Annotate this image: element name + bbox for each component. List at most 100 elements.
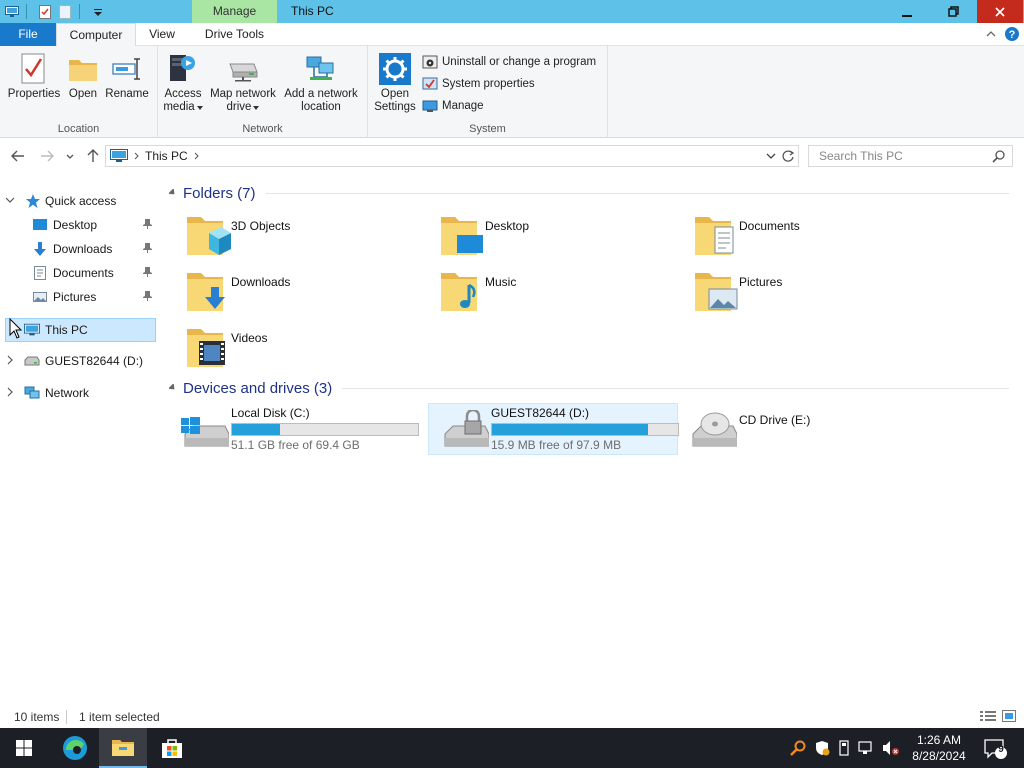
media-server-icon bbox=[166, 52, 200, 86]
chevron-down-icon[interactable] bbox=[169, 189, 177, 197]
up-button[interactable] bbox=[84, 148, 102, 164]
folder-3d-objects[interactable]: 3D Objects bbox=[165, 211, 415, 261]
collapse-ribbon-icon[interactable] bbox=[986, 30, 996, 38]
nav-pictures[interactable]: Pictures bbox=[0, 285, 160, 309]
store-bag-icon bbox=[162, 739, 182, 758]
nav-label: GUEST82644 (D:) bbox=[45, 354, 144, 368]
manage-context-tab[interactable]: Manage bbox=[192, 0, 277, 23]
minimize-button[interactable] bbox=[884, 0, 930, 23]
access-media-label-1: Access bbox=[164, 88, 202, 100]
desktop-icon bbox=[33, 219, 47, 230]
content-pane: Folders (7) 3D Objects Desktop Documents… bbox=[165, 177, 1020, 702]
ribbon-tab-row: File Computer View Drive Tools ? bbox=[0, 23, 1024, 47]
rename-button[interactable]: Rename bbox=[104, 52, 150, 101]
open-settings-label-2: Settings bbox=[374, 101, 416, 113]
folder-music[interactable]: Music bbox=[419, 267, 669, 317]
breadcrumb-this-pc[interactable]: This PC bbox=[145, 149, 188, 163]
tab-file[interactable]: File bbox=[0, 23, 56, 46]
ribbon: Properties Open Rename Location Access m… bbox=[0, 46, 1024, 138]
title-bar: Manage This PC bbox=[0, 0, 1024, 23]
details-view-icon[interactable] bbox=[980, 710, 996, 722]
volume-muted-icon[interactable] bbox=[882, 740, 900, 756]
add-network-location-button[interactable]: Add a network location bbox=[282, 52, 360, 114]
tab-computer[interactable]: Computer bbox=[56, 23, 136, 47]
nav-guest-drive[interactable]: GUEST82644 (D:) bbox=[0, 349, 160, 373]
back-arrow-icon bbox=[11, 150, 24, 162]
folder-pictures[interactable]: Pictures bbox=[673, 267, 923, 317]
taskbar-edge[interactable] bbox=[51, 728, 99, 768]
restore-button[interactable] bbox=[930, 0, 976, 23]
recent-locations-button[interactable] bbox=[63, 148, 77, 164]
search-input[interactable]: Search This PC bbox=[808, 145, 1013, 167]
taskbar-store[interactable] bbox=[148, 728, 196, 768]
customize-toolbar-dropdown-icon[interactable] bbox=[90, 4, 106, 20]
windows-drive-icon bbox=[181, 417, 229, 447]
address-bar[interactable]: This PC bbox=[105, 145, 799, 167]
chevron-right-icon[interactable] bbox=[5, 355, 15, 365]
rename-icon bbox=[110, 52, 144, 86]
back-button[interactable] bbox=[9, 148, 27, 164]
system-properties-button[interactable]: System properties bbox=[422, 76, 535, 92]
drive-name: CD Drive (E:) bbox=[739, 413, 811, 427]
security-shield-icon[interactable] bbox=[814, 740, 830, 756]
folder-desktop[interactable]: Desktop bbox=[419, 211, 669, 261]
close-button[interactable] bbox=[977, 0, 1023, 23]
nav-this-pc[interactable]: This PC bbox=[5, 318, 156, 342]
address-history-dropdown-icon[interactable] bbox=[766, 150, 776, 162]
open-label: Open bbox=[68, 88, 98, 100]
map-network-drive-button[interactable]: Map network drive bbox=[208, 52, 278, 114]
usb-device-icon[interactable] bbox=[838, 740, 850, 756]
nav-documents[interactable]: Documents bbox=[0, 261, 160, 285]
folder-videos[interactable]: Videos bbox=[165, 323, 415, 373]
properties-button[interactable]: Properties bbox=[6, 52, 62, 101]
notification-center-button[interactable]: 9 bbox=[983, 738, 1009, 763]
folder-documents[interactable]: Documents bbox=[673, 211, 923, 261]
folder-downloads[interactable]: Downloads bbox=[165, 267, 415, 317]
pin-icon[interactable] bbox=[143, 243, 152, 253]
pin-icon[interactable] bbox=[143, 291, 152, 301]
drives-header-label: Devices and drives (3) bbox=[183, 379, 333, 397]
nav-quick-access[interactable]: Quick access bbox=[0, 189, 160, 213]
uninstall-program-button[interactable]: Uninstall or change a program bbox=[422, 54, 596, 70]
pin-icon[interactable] bbox=[143, 219, 152, 229]
properties-quick-icon[interactable] bbox=[37, 4, 53, 20]
open-button[interactable]: Open bbox=[66, 52, 100, 101]
drive-usage-fill bbox=[232, 424, 281, 435]
drive-cd-e[interactable]: CD Drive (E:) bbox=[677, 404, 927, 456]
nav-desktop[interactable]: Desktop bbox=[0, 213, 160, 237]
tab-view[interactable]: View bbox=[138, 23, 186, 46]
drive-guest-d[interactable]: GUEST82644 (D:) 15.9 MB free of 97.9 MB bbox=[428, 403, 679, 455]
new-folder-quick-icon[interactable] bbox=[57, 4, 73, 20]
tab-drive-tools[interactable]: Drive Tools bbox=[192, 23, 277, 46]
folder-label: 3D Objects bbox=[231, 219, 291, 233]
drive-local-c[interactable]: Local Disk (C:) 51.1 GB free of 69.4 GB bbox=[169, 404, 419, 456]
folder-label: Downloads bbox=[231, 275, 291, 289]
drive-name: GUEST82644 (D:) bbox=[491, 406, 590, 420]
system-properties-icon bbox=[422, 77, 438, 90]
help-icon[interactable]: ? bbox=[1004, 26, 1020, 42]
folders-section-header[interactable]: Folders (7) bbox=[165, 183, 1015, 203]
search-tray-icon[interactable] bbox=[790, 740, 806, 756]
clock[interactable]: 1:26 AM 8/28/2024 bbox=[908, 732, 970, 764]
network-tray-icon[interactable] bbox=[858, 741, 874, 755]
nav-network[interactable]: Network bbox=[0, 381, 160, 405]
large-icons-view-icon[interactable] bbox=[1002, 710, 1016, 722]
chevron-down-icon[interactable] bbox=[169, 384, 177, 392]
nav-downloads[interactable]: Downloads bbox=[0, 237, 160, 261]
open-settings-button[interactable]: Open Settings bbox=[372, 52, 418, 114]
access-media-button[interactable]: Access media bbox=[163, 52, 203, 114]
chevron-down-icon[interactable] bbox=[5, 195, 15, 205]
clock-date: 8/28/2024 bbox=[912, 749, 966, 763]
breadcrumb-separator-icon[interactable] bbox=[194, 152, 199, 160]
drives-section-header[interactable]: Devices and drives (3) bbox=[165, 378, 1015, 398]
refresh-icon[interactable] bbox=[781, 149, 795, 163]
manage-button[interactable]: Manage bbox=[422, 98, 484, 114]
this-pc-icon bbox=[110, 149, 128, 162]
mouse-cursor-icon bbox=[9, 318, 23, 339]
explorer-pc-icon[interactable] bbox=[4, 4, 20, 20]
forward-button[interactable] bbox=[38, 148, 56, 164]
pin-icon[interactable] bbox=[143, 267, 152, 277]
chevron-right-icon[interactable] bbox=[5, 387, 15, 397]
taskbar-file-explorer[interactable] bbox=[99, 728, 147, 768]
start-button[interactable] bbox=[0, 728, 48, 768]
